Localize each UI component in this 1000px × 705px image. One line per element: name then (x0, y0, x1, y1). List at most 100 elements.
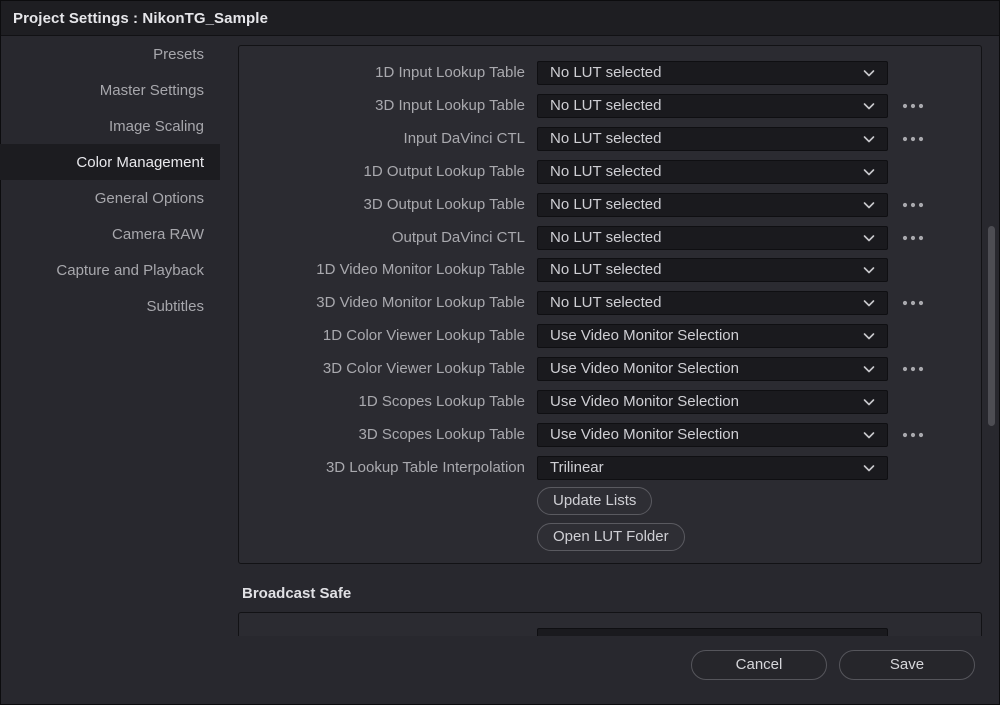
lut-dropdown[interactable]: No LUT selected (537, 258, 888, 282)
lut-setting-row: 3D Output Lookup Table No LUT selected (239, 192, 981, 218)
sidebar-item-master-settings[interactable]: Master Settings (0, 72, 220, 108)
chevron-down-icon (861, 295, 877, 311)
lut-dropdown[interactable]: Use Video Monitor Selection (537, 324, 888, 348)
sidebar-item-label: Image Scaling (108, 117, 204, 135)
lut-dropdown[interactable]: No LUT selected (537, 226, 888, 250)
sidebar-item-label: Master Settings (99, 81, 204, 99)
update-lists-button[interactable]: Update Lists (537, 487, 653, 515)
sidebar-item-image-scaling[interactable]: Image Scaling (0, 108, 220, 144)
lut-dropdown-value: Trilinear (550, 459, 604, 476)
lut-setting-label: 3D Input Lookup Table (375, 97, 525, 114)
chevron-down-icon (861, 230, 877, 246)
lut-dropdown-value: No LUT selected (550, 130, 662, 147)
lut-dropdown[interactable]: Trilinear (537, 456, 888, 480)
sidebar-item-label: General Options (94, 189, 204, 207)
chevron-down-icon (861, 197, 877, 213)
lut-dropdown-value: No LUT selected (550, 294, 662, 311)
lut-setting-row: 3D Lookup Table Interpolation Trilinear (239, 455, 981, 481)
broadcast-safe-title: Broadcast Safe (242, 585, 352, 602)
lut-setting-row: 1D Scopes Lookup Table Use Video Monitor … (239, 389, 981, 415)
lut-setting-label: 1D Scopes Lookup Table (358, 393, 525, 410)
lut-setting-row: 3D Scopes Lookup Table Use Video Monitor … (239, 422, 981, 448)
lut-setting-label: 1D Output Lookup Table (363, 163, 525, 180)
lut-setting-row: Input DaVinci CTL No LUT selected (239, 126, 981, 152)
lut-dropdown[interactable]: Use Video Monitor Selection (537, 357, 888, 381)
sidebar-item-label: Capture and Playback (56, 261, 204, 279)
lut-setting-label: 3D Video Monitor Lookup Table (316, 294, 525, 311)
lut-dropdown-value: No LUT selected (550, 163, 662, 180)
cancel-button[interactable]: Cancel (691, 650, 827, 680)
lut-dropdown-value: Use Video Monitor Selection (550, 327, 739, 344)
lut-setting-row: 3D Color Viewer Lookup Table Use Video Mo… (239, 356, 981, 382)
sidebar-item-color-management[interactable]: Color Management (0, 144, 220, 180)
sidebar-item-subtitles[interactable]: Subtitles (0, 288, 220, 324)
more-horizontal-icon[interactable] (901, 228, 925, 248)
lut-dropdown-value: No LUT selected (550, 97, 662, 114)
chevron-down-icon (861, 460, 877, 476)
lut-setting-row: Output DaVinci CTL No LUT selected (239, 225, 981, 251)
open-lut-folder-button[interactable]: Open LUT Folder (537, 523, 685, 551)
lut-setting-row: 1D Input Lookup Table No LUT selected (239, 60, 981, 86)
sidebar-item-capture-and-playback[interactable]: Capture and Playback (0, 252, 220, 288)
chevron-down-icon (861, 164, 877, 180)
more-horizontal-icon[interactable] (901, 129, 925, 149)
lut-dropdown[interactable]: No LUT selected (537, 94, 888, 118)
dialog-footer: Cancel Save (1, 636, 999, 704)
lut-setting-label: 3D Scopes Lookup Table (358, 426, 525, 443)
lut-setting-row: 1D Color Viewer Lookup Table Use Video Mo… (239, 323, 981, 349)
lut-dropdown-value: Use Video Monitor Selection (550, 426, 739, 443)
sidebar-item-label: Color Management (76, 153, 204, 171)
sidebar-item-presets[interactable]: Presets (0, 36, 220, 72)
lut-dropdown[interactable]: No LUT selected (537, 127, 888, 151)
lut-dropdown-value: Use Video Monitor Selection (550, 393, 739, 410)
chevron-down-icon (861, 65, 877, 81)
lut-dropdown-value: No LUT selected (550, 229, 662, 246)
chevron-down-icon (861, 361, 877, 377)
lut-setting-label: 1D Input Lookup Table (375, 64, 525, 81)
lut-setting-label: 1D Video Monitor Lookup Table (316, 261, 525, 278)
more-horizontal-icon[interactable] (901, 195, 925, 215)
chevron-down-icon (861, 394, 877, 410)
lut-setting-label: 1D Color Viewer Lookup Table (322, 327, 525, 344)
chevron-down-icon (861, 427, 877, 443)
chevron-down-icon (861, 328, 877, 344)
save-button[interactable]: Save (839, 650, 975, 680)
lut-setting-row: 3D Input Lookup Table No LUT selected (239, 93, 981, 119)
lut-dropdown[interactable]: Use Video Monitor Selection (537, 423, 888, 447)
more-horizontal-icon[interactable] (901, 96, 925, 116)
more-horizontal-icon[interactable] (901, 293, 925, 313)
chevron-down-icon (861, 98, 877, 114)
lut-setting-label: 3D Output Lookup Table (363, 196, 525, 213)
lut-dropdown[interactable]: No LUT selected (537, 160, 888, 184)
lut-dropdown[interactable]: No LUT selected (537, 193, 888, 217)
settings-sidebar: Presets Master Settings Image Scaling Co… (0, 36, 220, 636)
lut-setting-row: 3D Video Monitor Lookup Table No LUT sele… (239, 290, 981, 316)
lut-setting-row: 1D Output Lookup Table No LUT selected (239, 159, 981, 185)
chevron-down-icon (861, 131, 877, 147)
lut-dropdown[interactable]: Use Video Monitor Selection (537, 390, 888, 414)
more-horizontal-icon[interactable] (901, 425, 925, 445)
more-horizontal-icon[interactable] (901, 359, 925, 379)
lookup-tables-panel: Update Lists Open LUT Folder 1D Input Lo… (238, 45, 982, 564)
scrollbar-thumb[interactable] (988, 226, 995, 426)
sidebar-item-label: Presets (153, 45, 204, 63)
lut-dropdown-value: No LUT selected (550, 261, 662, 278)
lut-setting-label: Output DaVinci CTL (391, 229, 525, 246)
lut-dropdown-value: No LUT selected (550, 64, 662, 81)
lut-setting-label: 3D Lookup Table Interpolation (325, 459, 525, 476)
sidebar-item-general-options[interactable]: General Options (0, 180, 220, 216)
sidebar-item-label: Camera RAW (112, 225, 204, 243)
chevron-down-icon (861, 262, 877, 278)
title-bar: Project Settings : NikonTG_Sample (1, 1, 999, 36)
broadcast-safe-panel (238, 612, 982, 637)
window-title: Project Settings : NikonTG_Sample (13, 9, 269, 27)
lut-dropdown-value: Use Video Monitor Selection (550, 360, 739, 377)
lut-dropdown-value: No LUT selected (550, 196, 662, 213)
sidebar-item-camera-raw[interactable]: Camera RAW (0, 216, 220, 252)
sidebar-item-label: Subtitles (146, 297, 204, 315)
lut-setting-row: 1D Video Monitor Lookup Table No LUT sele… (239, 257, 981, 283)
lut-setting-label: 3D Color Viewer Lookup Table (322, 360, 525, 377)
lut-setting-label: Input DaVinci CTL (403, 130, 525, 147)
lut-dropdown[interactable]: No LUT selected (537, 61, 888, 85)
lut-dropdown[interactable]: No LUT selected (537, 291, 888, 315)
